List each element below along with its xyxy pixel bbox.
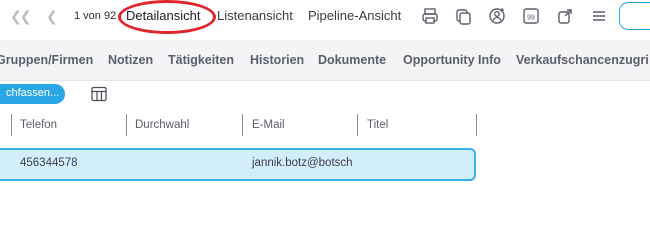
- chevron-left-icon[interactable]: ❮: [46, 8, 58, 25]
- cell-email: jannik.botz@botsch: [252, 157, 353, 169]
- menu-icon[interactable]: [589, 6, 609, 26]
- tab-gruppen-firmen[interactable]: Gruppen/Firmen: [0, 53, 93, 67]
- erfassen-button[interactable]: chfassen...: [0, 84, 65, 104]
- column-header-titel[interactable]: Titel: [367, 119, 388, 131]
- svg-text:99: 99: [527, 15, 535, 22]
- tab-verkaufschancenzugriff[interactable]: Verkaufschancenzugri: [516, 53, 649, 67]
- view-pipeline-tab[interactable]: Pipeline-Ansicht: [308, 8, 401, 23]
- printer-icon[interactable]: [420, 6, 440, 26]
- tab-notizen[interactable]: Notizen: [108, 53, 153, 67]
- table-columns-icon[interactable]: [90, 85, 108, 103]
- view-list-tab[interactable]: Listenansicht: [217, 8, 293, 23]
- red-highlight-circle: [118, 0, 216, 34]
- column-header-telefon[interactable]: Telefon: [20, 119, 57, 131]
- column-separator[interactable]: [357, 114, 358, 136]
- double-chevron-left-icon[interactable]: ❮❮: [10, 8, 32, 25]
- tab-taetigkeiten[interactable]: Tätigkeiten: [168, 53, 234, 67]
- tab-dokumente[interactable]: Dokumente: [318, 53, 386, 67]
- copy-icon[interactable]: [453, 6, 473, 26]
- tab-historien[interactable]: Historien: [250, 53, 304, 67]
- search-input[interactable]: [619, 2, 650, 30]
- user-add-icon[interactable]: [487, 6, 507, 26]
- top-toolbar: ❮❮ ❮ 1 von 92 Detailansicht Listenansich…: [0, 0, 650, 34]
- column-header-email[interactable]: E-Mail: [252, 119, 285, 131]
- share-icon[interactable]: [555, 6, 575, 26]
- tab-opportunity-info[interactable]: Opportunity Info: [403, 53, 501, 67]
- column-separator[interactable]: [126, 114, 127, 136]
- quote-99-icon[interactable]: 99: [521, 6, 541, 26]
- cell-telefon: 456344578: [20, 157, 78, 169]
- column-header-durchwahl[interactable]: Durchwahl: [135, 119, 189, 131]
- record-tab-bar: Gruppen/Firmen Notizen Tätigkeiten Histo…: [0, 40, 650, 81]
- record-pager: 1 von 92: [74, 10, 117, 22]
- column-separator[interactable]: [11, 114, 12, 136]
- column-separator[interactable]: [476, 114, 477, 136]
- column-separator[interactable]: [242, 114, 243, 136]
